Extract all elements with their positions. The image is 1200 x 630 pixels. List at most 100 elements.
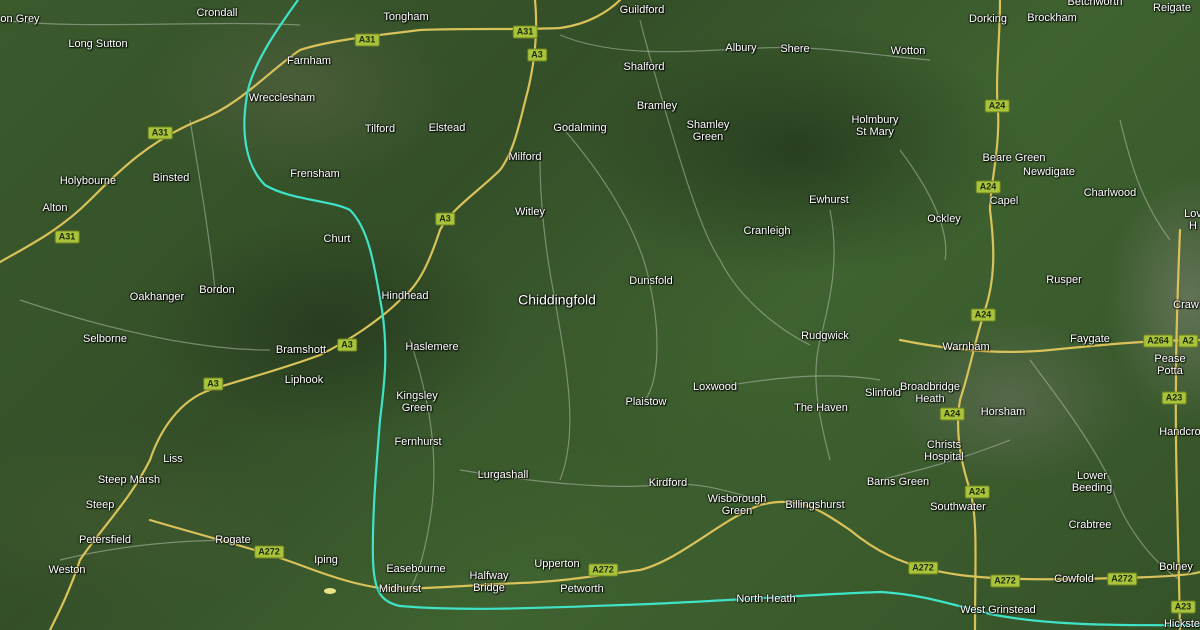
road-shield: A2 [1178,334,1198,348]
place-label: Brockham [1027,12,1077,24]
place-label: Oakhanger [129,291,185,303]
minor-road [899,149,947,261]
place-label: Holmbury St Mary [851,114,899,138]
place-label: Handcro [1159,426,1200,438]
place-label: Horsham [980,406,1026,418]
road-shield: A31 [354,33,380,47]
place-label: Bramley [636,100,678,112]
field-marker [324,588,336,594]
place-label: Churt [323,233,351,245]
road-shield: A23 [1161,391,1187,405]
road-shield: A24 [970,308,996,322]
road-shield: A24 [939,407,965,421]
place-label: Betchworth [1067,0,1123,8]
place-label: Wisborough Green [707,493,767,517]
road-shield: A272 [1107,572,1137,586]
place-label: Reigate [1153,2,1191,14]
place-label: Bolney [1159,561,1193,573]
place-label: Kirdford [648,477,688,489]
road-shield: A31 [512,25,538,39]
place-label: Weston [48,564,86,576]
place-label: on Grey [0,13,40,25]
place-label: Halfway Bridge [469,570,509,594]
place-label: Shere [780,43,810,55]
place-label: Iping [314,554,338,566]
place-label: Guildford [619,4,665,16]
place-label: Wotton [890,45,926,57]
road-shield: A3 [527,48,547,62]
place-label: Lower Beeding [1071,470,1113,494]
minor-road [0,19,301,26]
road-shield: A264 [1143,334,1173,348]
place-label: Lurgashall [477,469,529,481]
place-label: Plaistow [625,396,667,408]
place-label: Chiddingfold [518,291,596,308]
satellite-map[interactable]: on Grey Crondall Tongham Guildford Dorking Br… [0,0,1200,630]
minor-road [409,339,435,591]
place-label: Elstead [428,122,466,134]
place-label: Bordon [199,284,235,296]
place-label: Petworth [560,583,604,595]
place-label: Godalming [553,122,607,134]
place-label: North Heath [736,593,796,605]
place-label: Witley [515,206,545,218]
place-label: Wrecclesham [248,92,316,104]
place-label: Tilford [364,123,396,135]
place-label: Beare Green [982,152,1046,164]
place-label: Rudgwick [801,330,849,342]
place-label: Farnham [286,55,332,67]
place-label: Crabtree [1068,519,1112,531]
place-label: Cranleigh [743,225,791,237]
place-label: The Haven [794,402,848,414]
road-shield: A23 [1170,600,1196,614]
place-label: Faygate [1070,333,1110,345]
place-label: Dunsfold [629,275,673,287]
place-label: Ewhurst [809,194,849,206]
place-label: Easebourne [386,563,446,575]
road-shield: A3 [435,212,455,226]
road-shield: A24 [984,99,1010,113]
place-label: Steep [85,499,115,511]
place-label: Milford [508,151,542,163]
place-label: Lov [1184,208,1200,220]
place-label: Charlwood [1083,187,1137,199]
road-shield: A24 [975,180,1001,194]
minor-road [189,119,216,291]
road-shield: A31 [147,126,173,140]
road-shield: A272 [908,561,938,575]
place-label: Hickste [1163,618,1200,630]
place-label: Selborne [82,333,128,345]
minor-road [1119,119,1171,241]
place-label: Ockley [927,213,961,225]
road-network [0,0,1200,630]
place-label: H [1189,220,1197,232]
road-shield: A3 [203,377,223,391]
road-shield: A272 [254,545,284,559]
place-label: Fernhurst [394,436,442,448]
minor-road [19,299,271,351]
place-label: West Grinstead [960,604,1036,616]
place-label: Warnham [942,341,990,353]
place-label: Pease Potta [1154,353,1186,377]
place-label: Capel [989,195,1019,207]
place-label: Shalford [623,61,665,73]
place-label: Albury [725,42,757,54]
place-label: Steep Marsh [97,474,161,486]
place-label: Liss [163,453,183,465]
place-label: Upperton [534,558,580,570]
place-label: Craw [1173,299,1199,311]
place-label: Crondall [196,7,238,19]
road-shield: A272 [588,563,618,577]
place-label: Christs Hospital [924,439,964,463]
road-shield: A24 [964,485,990,499]
place-label: Midhurst [378,583,422,595]
place-label: Slinfold [864,387,902,399]
place-label: Newdigate [1023,166,1075,178]
place-label: Long Sutton [68,38,128,50]
road-a272 [148,500,1200,590]
place-label: Barns Green [866,476,930,488]
place-label: Alton [42,202,68,214]
place-label: Shamley Green [686,119,730,143]
road-shield: A3 [337,338,357,352]
place-label: Hindhead [381,290,429,302]
